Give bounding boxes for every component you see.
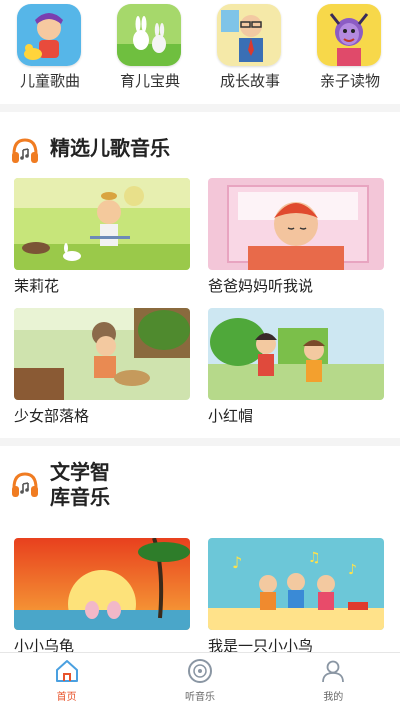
song-card[interactable]: 少女部落格: [14, 308, 190, 425]
section-title-line1: 文学智: [50, 460, 110, 484]
cartoon-girl-icon: [317, 4, 381, 66]
song-title: 爸爸妈妈听我说: [208, 277, 314, 295]
section-header-literature: 文学智 库音乐: [10, 460, 110, 510]
nav-label: 我的: [323, 692, 344, 703]
category-growth-stories[interactable]: 成长故事: [200, 0, 300, 100]
svg-text:♪: ♪: [232, 553, 242, 572]
section-divider: [0, 104, 400, 112]
category-children-songs[interactable]: 儿童歌曲: [0, 0, 100, 100]
cartoon-rabbits-icon: [117, 4, 181, 66]
cartoon-kid-duck-icon: [17, 4, 81, 66]
cartoon-teacher-icon: [217, 4, 281, 66]
category-parent-child-reading[interactable]: 亲子读物: [300, 0, 400, 100]
song-title: 茉莉花: [14, 277, 60, 295]
song-title: 少女部落格: [14, 407, 90, 425]
nav-music[interactable]: 听音乐: [133, 653, 266, 711]
song-card[interactable]: 小小乌龟: [14, 538, 190, 655]
section-title-line2: 库音乐: [50, 485, 110, 509]
section-title: 文学智 库音乐: [50, 460, 110, 510]
disc-icon: [187, 659, 212, 683]
nav-label: 首页: [56, 692, 77, 703]
song-card[interactable]: 爸爸妈妈听我说: [208, 178, 384, 295]
nav-home[interactable]: 首页: [0, 653, 133, 711]
category-label: 亲子读物: [319, 72, 380, 90]
song-thumbnail: ♪ ♫ ♪: [208, 538, 384, 630]
nav-profile[interactable]: 我的: [267, 653, 400, 711]
category-label: 育儿宝典: [119, 72, 180, 90]
song-title: 小红帽: [208, 407, 254, 425]
user-icon: [322, 660, 345, 683]
section-divider: [0, 438, 400, 446]
song-thumbnail: [14, 178, 190, 270]
home-icon: [55, 660, 78, 682]
category-row: 儿童歌曲 育儿宝典 成长故事 亲子读物: [0, 0, 400, 100]
svg-text:♪: ♪: [348, 562, 357, 578]
category-label: 成长故事: [219, 72, 280, 90]
headphones-icon: [12, 138, 38, 163]
song-card[interactable]: 茉莉花: [14, 178, 190, 295]
song-thumbnail: [14, 308, 190, 400]
song-card[interactable]: ♪ ♫ ♪ 我是一只小小鸟: [208, 538, 384, 655]
song-thumbnail: [14, 538, 190, 630]
section-title: 精选儿歌音乐: [50, 136, 170, 160]
category-label: 儿童歌曲: [19, 72, 80, 90]
song-thumbnail: [208, 178, 384, 270]
svg-text:♫: ♫: [308, 550, 321, 566]
section-header-featured: 精选儿歌音乐: [10, 136, 170, 166]
song-card[interactable]: 小红帽: [208, 308, 384, 425]
bottom-nav: 首页 听音乐 我的: [0, 652, 400, 711]
song-thumbnail: [208, 308, 384, 400]
nav-label: 听音乐: [184, 692, 215, 703]
headphones-icon: [12, 472, 38, 497]
category-parenting[interactable]: 育儿宝典: [100, 0, 200, 100]
